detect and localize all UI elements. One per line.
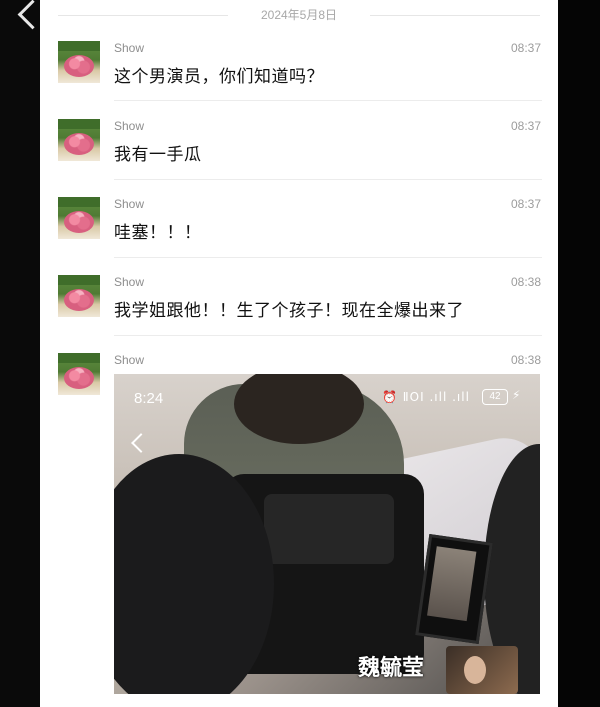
photo-thumbnail: [446, 646, 518, 694]
battery-icon: 42: [482, 389, 508, 405]
avatar-flowers: [64, 211, 94, 233]
avatar[interactable]: [58, 353, 100, 395]
image-message[interactable]: 8:24 ⏰ ⅡOI .ıll .ıll 42 ⚡ 魏毓莹: [114, 374, 540, 694]
message-divider: [114, 335, 542, 336]
chat-panel: 2024年5月8日 Show 08:37 这个男演员，你们知道吗？ Show 0…: [40, 0, 558, 707]
avatar-flowers: [64, 367, 94, 389]
photo-camera-rig: [264, 494, 394, 564]
message-time: 08:37: [510, 197, 541, 211]
message-text: 我有一手瓜: [114, 145, 202, 165]
message-time: 08:38: [510, 275, 541, 289]
photo-monitor-screen: [427, 546, 477, 622]
message-time: 08:37: [510, 41, 541, 55]
message-time: 08:37: [510, 119, 541, 133]
sender-name: Show: [114, 197, 145, 211]
right-edge: [558, 0, 600, 707]
photo-thumbnail-face: [464, 656, 486, 684]
message-text: 我学姐跟他！！生了个孩子！现在全爆出来了: [114, 301, 464, 321]
avatar[interactable]: [58, 197, 100, 239]
avatar-leaves: [58, 41, 100, 51]
date-label: 2024年5月8日: [260, 8, 338, 22]
avatar-flowers: [64, 55, 94, 77]
avatar-leaves: [58, 119, 100, 129]
message-time: 08:38: [510, 353, 541, 367]
message-divider: [114, 100, 542, 101]
sender-name: Show: [114, 275, 145, 289]
avatar-flowers: [64, 289, 94, 311]
avatar-leaves: [58, 275, 100, 285]
photo-status-time: 8:24: [134, 390, 164, 407]
message-divider: [114, 179, 542, 180]
avatar[interactable]: [58, 275, 100, 317]
sender-name: Show: [114, 119, 145, 133]
avatar-leaves: [58, 353, 100, 363]
left-edge: [0, 0, 40, 707]
charging-icon: ⚡: [512, 388, 521, 402]
avatar[interactable]: [58, 41, 100, 83]
sender-name: Show: [114, 41, 145, 55]
message-text: 哇塞！！！: [114, 223, 202, 243]
photo-monitor: [415, 534, 493, 644]
photo-caption: 魏毓莹: [358, 656, 425, 681]
signal-icon: ⏰ ⅡOI .ıll .ıll: [382, 390, 470, 404]
avatar-leaves: [58, 197, 100, 207]
sender-name: Show: [114, 353, 145, 367]
avatar[interactable]: [58, 119, 100, 161]
message-divider: [114, 257, 542, 258]
date-divider: 2024年5月8日: [40, 0, 558, 30]
avatar-flowers: [64, 133, 94, 155]
message-text: 这个男演员，你们知道吗？: [114, 67, 324, 87]
